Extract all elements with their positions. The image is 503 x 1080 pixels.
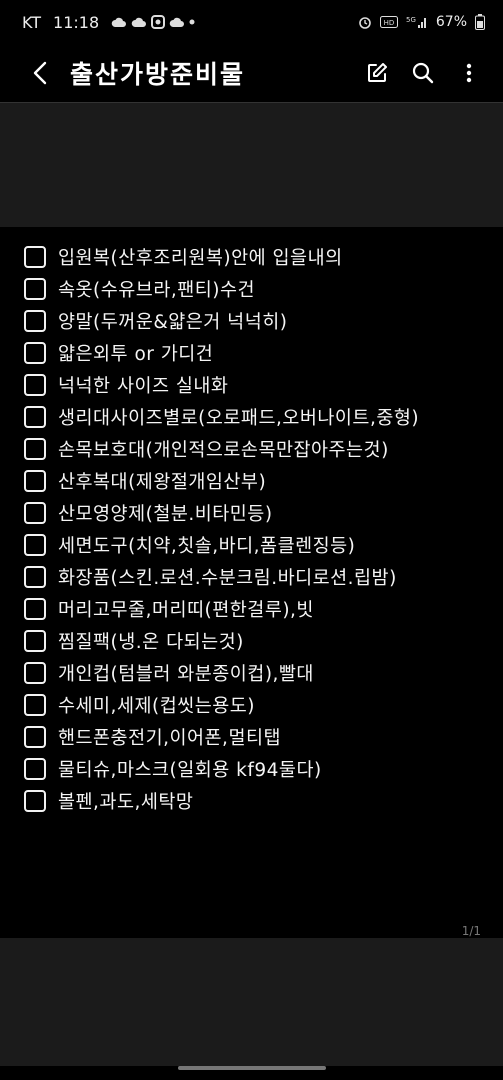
dot-icon	[189, 19, 195, 25]
checklist-item-label: 생리대사이즈별로(오로패드,오버나이트,중형)	[58, 408, 420, 429]
edit-button[interactable]	[361, 57, 393, 89]
checklist-item[interactable]: 산후복대(제왕절개임산부)	[24, 465, 484, 497]
checklist-item-label: 수세미,세제(컵씻는용도)	[58, 696, 256, 717]
checklist-item[interactable]: 얇은외투 or 가디건	[24, 337, 484, 369]
checklist-item[interactable]: 양말(두꺼운&얇은거 넉넉히)	[24, 305, 484, 337]
checklist-item-label: 양말(두꺼운&얇은거 넉넉히)	[58, 312, 288, 333]
checklist-item[interactable]: 생리대사이즈별로(오로패드,오버나이트,중형)	[24, 401, 484, 433]
checklist-item[interactable]: 머리고무줄,머리띠(편한걸루),빗	[24, 593, 484, 625]
checkbox[interactable]	[24, 374, 46, 396]
checklist-item[interactable]: 찜질팩(냉.온 다되는것)	[24, 625, 484, 657]
status-left: KT 11:18	[22, 13, 195, 32]
checklist-item-label: 입원복(산후조리원복)안에 입을내의	[58, 248, 343, 269]
checklist-item-label: 개인컵(텀블러 와분종이컵),빨대	[58, 664, 314, 685]
search-button[interactable]	[407, 57, 439, 89]
hd-icon: HD	[379, 16, 398, 28]
checklist-item-label: 손목보호대(개인적으로손목만잡아주는것)	[58, 440, 389, 461]
checkbox[interactable]	[24, 246, 46, 268]
checklist-item[interactable]: 개인컵(텀블러 와분종이컵),빨대	[24, 657, 484, 689]
checklist-item[interactable]: 세면도구(치약,칫솔,바디,폼클렌징등)	[24, 529, 484, 561]
svg-text:HD: HD	[384, 19, 395, 27]
checklist-item-label: 넉넉한 사이즈 실내화	[58, 376, 229, 397]
edit-icon	[368, 63, 387, 82]
checkbox[interactable]	[24, 470, 46, 492]
checkbox[interactable]	[24, 598, 46, 620]
checkbox[interactable]	[24, 790, 46, 812]
checklist-item-label: 물티슈,마스크(일회용 kf94둘다)	[58, 760, 322, 781]
checkbox[interactable]	[24, 662, 46, 684]
checklist-item-label: 산모영양제(철분.비타민등)	[58, 504, 273, 525]
checklist-item[interactable]: 볼펜,과도,세탁망	[24, 785, 484, 817]
app-bar: 출산가방준비물	[0, 44, 503, 102]
checklist-item[interactable]: 화장품(스킨.로션.수분크림.바디로션.립밤)	[24, 561, 484, 593]
cloud-notification-icon	[131, 15, 147, 29]
checkbox[interactable]	[24, 694, 46, 716]
more-options-button[interactable]	[453, 57, 485, 89]
checklist-item[interactable]: 손목보호대(개인적으로손목만잡아주는것)	[24, 433, 484, 465]
gesture-nav-handle[interactable]	[178, 1066, 326, 1070]
search-icon	[412, 62, 434, 84]
checkbox[interactable]	[24, 630, 46, 652]
battery-icon	[475, 14, 485, 30]
checklist-item-label: 핸드폰충전기,이어폰,멀티탭	[58, 728, 282, 749]
canvas-top-margin	[0, 103, 503, 227]
back-button[interactable]	[20, 53, 60, 93]
checkbox[interactable]	[24, 406, 46, 428]
checklist-item[interactable]: 수세미,세제(컵씻는용도)	[24, 689, 484, 721]
clock: 11:18	[53, 12, 100, 32]
notification-icons	[111, 15, 195, 29]
note-page[interactable]: 입원복(산후조리원복)안에 입을내의속옷(수유브라,팬티)수건양말(두꺼운&얇은…	[0, 227, 503, 938]
checklist-item[interactable]: 핸드폰충전기,이어폰,멀티탭	[24, 721, 484, 753]
checkbox[interactable]	[24, 502, 46, 524]
battery-percent: 67%	[435, 14, 467, 30]
more-vert-icon	[466, 63, 472, 83]
checklist-item[interactable]: 속옷(수유브라,팬티)수건	[24, 273, 484, 305]
checklist-item[interactable]: 물티슈,마스크(일회용 kf94둘다)	[24, 753, 484, 785]
status-bar: KT 11:18 HD 5G 67%	[0, 0, 503, 44]
checklist-item-label: 찜질팩(냉.온 다되는것)	[58, 632, 244, 653]
checklist-item-label: 머리고무줄,머리띠(편한걸루),빗	[58, 600, 314, 621]
page-indicator: 1/1	[461, 924, 481, 938]
checklist-item[interactable]: 입원복(산후조리원복)안에 입을내의	[24, 241, 484, 273]
checklist-item-label: 세면도구(치약,칫솔,바디,폼클렌징등)	[58, 536, 356, 557]
checklist-item-label: 속옷(수유브라,팬티)수건	[58, 280, 256, 301]
cloud-notification-icon	[111, 15, 127, 29]
cloud-notification-icon	[169, 15, 185, 29]
checklist-item-label: 얇은외투 or 가디건	[58, 344, 214, 365]
checklist-item-label: 화장품(스킨.로션.수분크림.바디로션.립밤)	[58, 568, 397, 589]
status-right: HD 5G 67%	[358, 14, 485, 30]
checklist-item[interactable]: 넉넉한 사이즈 실내화	[24, 369, 484, 401]
checkbox[interactable]	[24, 342, 46, 364]
checkbox[interactable]	[24, 438, 46, 460]
alarm-icon	[358, 15, 372, 29]
checklist-item[interactable]: 산모영양제(철분.비타민등)	[24, 497, 484, 529]
checkbox[interactable]	[24, 310, 46, 332]
note-title: 출산가방준비물	[70, 60, 246, 89]
checkbox[interactable]	[24, 278, 46, 300]
canvas-bottom-margin	[0, 938, 503, 1066]
checkbox[interactable]	[24, 566, 46, 588]
checklist-item-label: 산후복대(제왕절개임산부)	[58, 472, 267, 493]
checkbox[interactable]	[24, 534, 46, 556]
checklist-item-label: 볼펜,과도,세탁망	[58, 792, 194, 813]
svg-text:5G: 5G	[406, 16, 416, 24]
checkbox[interactable]	[24, 726, 46, 748]
app-notification-icon	[151, 15, 166, 29]
network-5g-icon: 5G	[406, 15, 428, 29]
checkbox[interactable]	[24, 758, 46, 780]
carrier-label: KT	[22, 12, 42, 32]
checklist: 입원복(산후조리원복)안에 입을내의속옷(수유브라,팬티)수건양말(두꺼운&얇은…	[24, 241, 484, 817]
app-bar-actions	[361, 57, 485, 89]
back-icon	[33, 61, 47, 85]
